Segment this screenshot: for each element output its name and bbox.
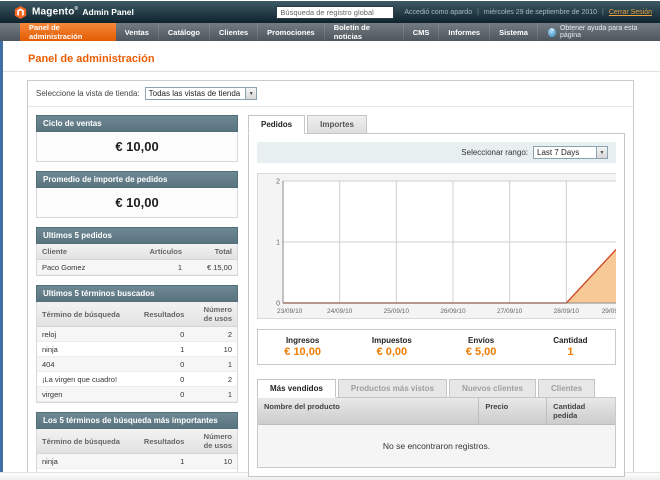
range-select[interactable]: Last 7 Days ▼ <box>533 146 608 159</box>
nav-item-customers[interactable]: Clientes <box>210 23 258 41</box>
grid-header: Nombre del producto Precio Cantidad pedi… <box>258 398 615 425</box>
page-title: Panel de administración <box>28 53 660 65</box>
nav-item-promotions[interactable]: Promociones <box>258 23 325 41</box>
main-nav: Panel de administración Ventas Catálogo … <box>0 23 660 41</box>
dashboard-sidebar: Ciclo de ventas € 10,00 Promedio de impo… <box>36 115 238 480</box>
orders-chart: 0 1 2 23/09/10 24/09/10 25/09/10 26/09/10 27/09… <box>257 173 616 319</box>
current-date: miércoles 29 de septiembre de 2010 <box>484 9 597 16</box>
svg-text:23/09/10: 23/09/10 <box>277 308 303 315</box>
grid-tabs: Más vendidos Productos más vistos Nuevos… <box>257 379 616 397</box>
brand-name: Magento® <box>32 6 78 17</box>
user-info: Accedió como apardo | miércoles 29 de se… <box>404 9 652 16</box>
tab-amounts[interactable]: Importes <box>307 115 367 134</box>
top-search-panel: Los 5 términos de búsqueda más important… <box>36 412 238 480</box>
table-row[interactable]: ninja 1 10 <box>37 342 237 357</box>
last-search-table: Término de búsqueda Resultados Número de… <box>37 302 237 402</box>
brand-mark: ® <box>75 6 79 12</box>
range-selector-bar: Seleccionar rango: Last 7 Days ▼ <box>257 142 616 163</box>
magento-logo-icon <box>14 6 27 19</box>
chevron-down-icon: ▼ <box>245 88 256 99</box>
svg-text:0: 0 <box>276 301 280 308</box>
last-orders-title: Ultimos 5 pedidos <box>36 227 238 244</box>
store-switcher-label: Seleccione la vista de tienda: <box>36 89 140 98</box>
top-search-title: Los 5 términos de búsqueda más important… <box>36 412 238 429</box>
tab-new-customers[interactable]: Nuevos clientes <box>449 379 536 398</box>
sales-cycle-value: € 10,00 <box>37 132 237 161</box>
orders-tab-panel: Seleccionar rango: Last 7 Days ▼ 0 1 2 23/0… <box>248 133 625 477</box>
table-row[interactable]: ninja 1 10 <box>37 454 237 469</box>
logout-link[interactable]: Cerrar Sesión <box>609 9 652 16</box>
chevron-down-icon: ▼ <box>596 147 607 158</box>
brand-suffix: Admin Panel <box>82 7 133 17</box>
store-switcher-row: Seleccione la vista de tienda: Todas las… <box>28 81 633 107</box>
nav-item-dashboard[interactable]: Panel de administración <box>20 23 116 41</box>
avg-order-title: Promedio de importe de pedidos <box>36 171 238 188</box>
last-search-panel: Ultimos 5 términos buscados Término de b… <box>36 285 238 403</box>
nav-item-cms[interactable]: CMS <box>404 23 440 41</box>
tab-orders[interactable]: Pedidos <box>248 115 305 134</box>
help-icon: ? <box>548 28 556 37</box>
table-row[interactable]: 404 0 1 <box>37 357 237 372</box>
svg-text:25/09/10: 25/09/10 <box>384 308 410 315</box>
avg-order-panel: Promedio de importe de pedidos € 10,00 <box>36 171 238 218</box>
svg-text:1: 1 <box>276 240 280 247</box>
range-label: Seleccionar rango: <box>461 148 528 157</box>
svg-text:29/09/10: 29/09/10 <box>602 308 616 315</box>
table-row[interactable]: ¡La virgen que cuadro! 0 2 <box>37 372 237 387</box>
tab-bestsellers[interactable]: Más vendidos <box>257 379 336 398</box>
table-row[interactable]: reloj 0 2 <box>37 327 237 342</box>
stat-shipping: Envíos € 5,00 <box>437 336 526 358</box>
table-row[interactable]: virgen 0 1 <box>37 387 237 402</box>
svg-text:2: 2 <box>276 179 280 186</box>
page-title-bar: Panel de administración <box>0 41 660 72</box>
stat-revenue: Ingresos € 10,00 <box>258 336 347 358</box>
logged-in-as: Accedió como apardo <box>404 9 472 16</box>
sales-cycle-panel: Ciclo de ventas € 10,00 <box>36 115 238 162</box>
sales-cycle-title: Ciclo de ventas <box>36 115 238 132</box>
table-row[interactable]: Paco Gomez 1 € 15,00 <box>37 260 237 275</box>
dashboard-container: Seleccione la vista de tienda: Todas las… <box>27 80 634 480</box>
bestsellers-grid: Nombre del producto Precio Cantidad pedi… <box>257 397 616 468</box>
svg-text:28/09/10: 28/09/10 <box>554 308 580 315</box>
get-help-link[interactable]: ? Obtener ayuda para esta página <box>538 23 660 41</box>
stat-quantity: Cantidad 1 <box>526 336 615 358</box>
grid-empty-message: No se encontraron registros. <box>258 425 615 467</box>
svg-text:24/09/10: 24/09/10 <box>327 308 353 315</box>
nav-item-reports[interactable]: Informes <box>439 23 490 41</box>
window-left-border <box>0 41 3 480</box>
tab-most-viewed[interactable]: Productos más vistos <box>338 379 447 398</box>
nav-item-catalog[interactable]: Catálogo <box>159 23 210 41</box>
nav-item-sales[interactable]: Ventas <box>116 23 159 41</box>
admin-header: Magento® Admin Panel Accedió como apardo… <box>0 1 660 23</box>
dashboard-main: Pedidos Importes Seleccionar rango: Last… <box>248 115 625 480</box>
last-orders-table: Cliente Artículos Total Paco Gomez 1 € 1… <box>37 244 237 275</box>
svg-text:26/09/10: 26/09/10 <box>440 308 466 315</box>
svg-text:27/09/10: 27/09/10 <box>497 308 523 315</box>
totals-bar: Ingresos € 10,00 Impuestos € 0,00 Envíos… <box>257 329 616 365</box>
last-search-title: Ultimos 5 términos buscados <box>36 285 238 302</box>
global-search-input[interactable] <box>276 6 394 19</box>
store-view-select[interactable]: Todas las vistas de tienda ▼ <box>145 87 258 100</box>
stat-tax: Impuestos € 0,00 <box>347 336 436 358</box>
nav-item-newsletter[interactable]: Boletín de noticias <box>325 23 404 41</box>
chart-tabs: Pedidos Importes <box>248 115 625 133</box>
nav-item-system[interactable]: Sistema <box>490 23 538 41</box>
tab-customers[interactable]: Clientes <box>538 379 595 398</box>
last-orders-panel: Ultimos 5 pedidos Cliente Artículos Tota… <box>36 227 238 276</box>
avg-order-value: € 10,00 <box>37 188 237 217</box>
